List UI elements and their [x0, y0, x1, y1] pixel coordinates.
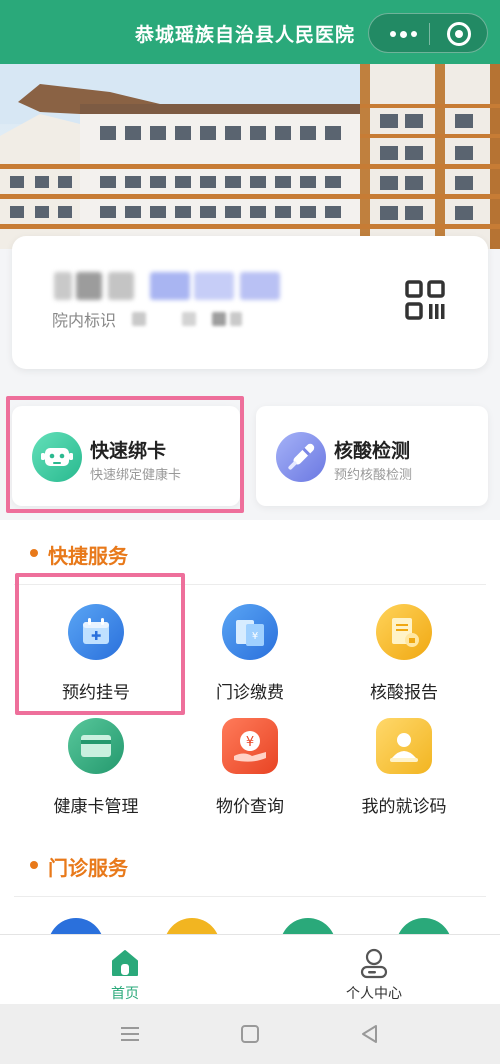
calendar-icon — [68, 604, 124, 660]
tab-profile[interactable]: 个人中心 — [314, 943, 434, 1002]
user-code-icon — [376, 718, 432, 774]
service-health-card[interactable]: 健康卡管理 — [31, 718, 161, 828]
qr-code-icon[interactable] — [405, 280, 447, 322]
service-appointment[interactable]: 预约挂号 — [31, 604, 161, 714]
hospital-id-label: 院内标识 — [52, 311, 117, 330]
tab-home-label: 首页 — [111, 986, 139, 1002]
nucleic-test-title: 核酸检测 — [334, 440, 411, 462]
top-header: 恭城瑶族自治县人民医院 — [0, 0, 500, 64]
payment-icon: ¥ — [222, 604, 278, 660]
quick-bind-card[interactable]: 快速绑卡 快速绑定健康卡 — [12, 406, 240, 506]
service-label: 门诊缴费 — [216, 683, 284, 703]
nucleic-test-subtitle: 预约核酸检测 — [334, 468, 413, 483]
outpatient-services-heading: 门诊服务 — [30, 852, 128, 881]
page-title: 恭城瑶族自治县人民医院 — [134, 24, 355, 46]
quick-bind-title: 快速绑卡 — [90, 440, 167, 462]
swab-icon — [276, 432, 326, 482]
svg-text:¥: ¥ — [246, 735, 254, 750]
bottom-tab-bar: 首页 个人中心 — [0, 934, 500, 1004]
blurred-patient-name — [54, 272, 284, 302]
service-label: 我的就诊码 — [361, 797, 447, 817]
service-label: 物价查询 — [216, 797, 284, 817]
more-dots-icon[interactable] — [383, 23, 423, 45]
patient-card[interactable]: 院内标识 — [12, 236, 488, 369]
service-label: 核酸报告 — [370, 683, 438, 703]
tab-profile-label: 个人中心 — [346, 986, 402, 1002]
close-target-icon[interactable] — [447, 22, 471, 46]
service-outpatient-payment[interactable]: ¥ 门诊缴费 — [185, 604, 315, 714]
hospital-banner-image — [0, 64, 500, 249]
quick-services-heading: 快捷服务 — [30, 540, 128, 569]
nucleic-test-card[interactable]: 核酸检测 预约核酸检测 — [256, 406, 488, 506]
quick-bind-subtitle: 快速绑定健康卡 — [90, 468, 182, 483]
robot-icon — [32, 432, 82, 482]
section-divider — [14, 896, 486, 897]
service-label: 预约挂号 — [62, 683, 130, 703]
service-label: 健康卡管理 — [53, 797, 139, 817]
capsule-divider — [429, 23, 430, 45]
service-nucleic-report[interactable]: 核酸报告 — [339, 604, 469, 714]
svg-text:¥: ¥ — [252, 631, 258, 642]
report-icon — [376, 604, 432, 660]
back-triangle-icon[interactable] — [354, 1018, 386, 1050]
person-icon — [360, 948, 388, 979]
service-my-visit-code[interactable]: 我的就诊码 — [339, 718, 469, 828]
mini-program-capsule[interactable] — [368, 13, 488, 53]
system-navigation-bar — [0, 1004, 500, 1064]
blurred-hospital-id — [132, 308, 242, 328]
card-icon — [68, 718, 124, 774]
home-icon — [112, 950, 138, 976]
home-square-icon[interactable] — [234, 1018, 266, 1050]
price-icon: ¥ — [222, 718, 278, 774]
service-price-query[interactable]: ¥ 物价查询 — [185, 718, 315, 828]
menu-icon[interactable] — [114, 1018, 146, 1050]
tab-home[interactable]: 首页 — [65, 943, 185, 1002]
section-divider — [14, 584, 486, 585]
